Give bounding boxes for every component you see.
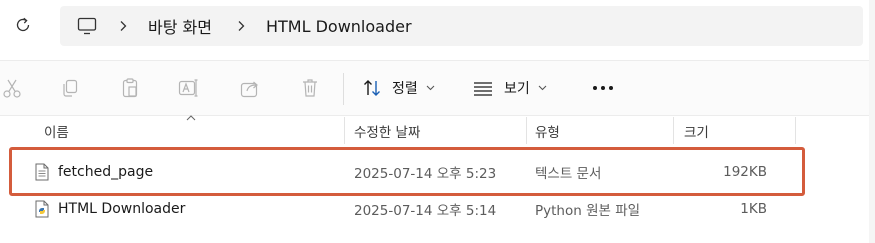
- share-button[interactable]: [238, 75, 262, 101]
- column-divider[interactable]: [526, 117, 527, 144]
- file-type: Python 원본 파일: [535, 203, 641, 219]
- delete-button[interactable]: [298, 75, 322, 101]
- share-icon: [240, 81, 258, 98]
- chevron-right-icon[interactable]: [116, 20, 130, 32]
- chevron-down-icon: [538, 85, 547, 91]
- copy-button[interactable]: [58, 75, 82, 101]
- highlight-annotation: [9, 147, 805, 196]
- rename-icon: [178, 79, 198, 97]
- window-edge: [869, 0, 875, 243]
- paste-button[interactable]: [118, 75, 142, 101]
- column-header-size[interactable]: 크기: [684, 116, 709, 146]
- copy-icon: [63, 79, 78, 97]
- computer-icon: [76, 15, 98, 37]
- rename-button[interactable]: [176, 75, 200, 101]
- file-date: 2025-07-14 오후 5:14: [354, 203, 497, 219]
- chevron-right-icon[interactable]: [234, 20, 248, 32]
- file-size: 1KB: [740, 201, 767, 217]
- cut-icon: [3, 79, 21, 98]
- python-file-icon: [34, 199, 50, 219]
- column-divider[interactable]: [795, 117, 796, 144]
- more-options-button[interactable]: [590, 75, 616, 101]
- file-name: HTML Downloader: [58, 201, 186, 217]
- view-label: 보기: [504, 81, 530, 97]
- view-icon: [474, 82, 492, 96]
- file-row[interactable]: HTML Downloader 2025-07-14 오후 5:14 Pytho…: [20, 192, 795, 226]
- cut-button[interactable]: [0, 75, 24, 101]
- breadcrumb-desktop[interactable]: 바탕 화면: [148, 14, 212, 38]
- column-header-date[interactable]: 수정한 날짜: [354, 116, 420, 146]
- command-bar: 정렬 보기: [0, 60, 875, 116]
- view-dropdown[interactable]: 보기: [472, 75, 547, 101]
- column-divider[interactable]: [344, 117, 345, 144]
- refresh-button[interactable]: [10, 12, 36, 38]
- refresh-icon: [16, 17, 30, 32]
- sort-dropdown[interactable]: 정렬: [362, 75, 435, 101]
- sort-icon: [364, 80, 380, 96]
- chevron-down-icon: [426, 85, 435, 91]
- column-header-type[interactable]: 유형: [535, 116, 560, 146]
- sort-ascending-icon: [186, 114, 196, 122]
- address-bar[interactable]: 바탕 화면 HTML Downloader: [60, 6, 863, 46]
- navigation-bar: 바탕 화면 HTML Downloader: [0, 0, 875, 52]
- column-header-name[interactable]: 이름: [44, 116, 69, 146]
- delete-icon: [303, 79, 317, 97]
- breadcrumb-html-downloader[interactable]: HTML Downloader: [266, 17, 412, 36]
- sort-label: 정렬: [392, 81, 418, 97]
- paste-icon: [122, 78, 138, 98]
- more-icon: [593, 86, 613, 90]
- column-divider[interactable]: [673, 117, 674, 144]
- toolbar-divider: [343, 73, 344, 105]
